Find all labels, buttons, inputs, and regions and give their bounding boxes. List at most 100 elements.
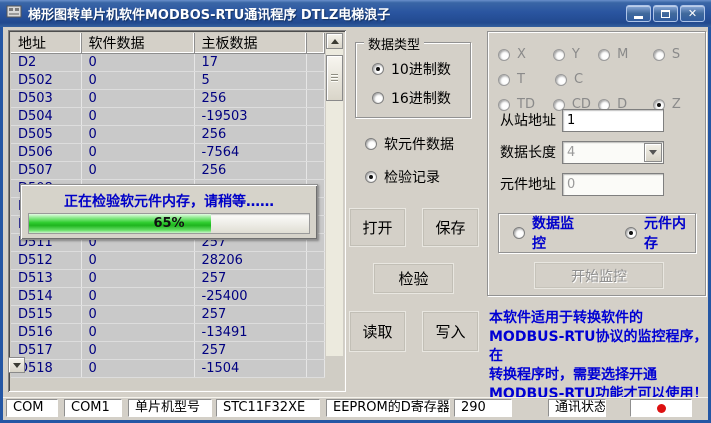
monitor-mode-radios: 数据监控 元件内存: [499, 214, 695, 252]
cell-address: D507: [11, 162, 81, 180]
radio-label-hex: 16进制数: [391, 88, 451, 108]
table-row[interactable]: D5150257: [11, 306, 324, 324]
cell-mainboard-data: 256: [194, 90, 306, 108]
status-register-label: EEPROM的D寄存器: [326, 399, 450, 417]
check-button[interactable]: 检验: [373, 263, 454, 294]
table-row[interactable]: D5030256: [11, 90, 324, 108]
status-com-port: COM1: [64, 399, 122, 417]
cell-software-data: 0: [81, 144, 194, 162]
read-button[interactable]: 读取: [349, 311, 406, 352]
notice-line: 本软件适用于转换软件的: [489, 309, 711, 328]
comm-status-dot-icon: [657, 404, 666, 413]
radio-button-device-data[interactable]: [365, 138, 377, 150]
cell-address: D504: [11, 108, 81, 126]
cell-software-data: 0: [81, 360, 194, 378]
slave-address-input[interactable]: 1: [562, 109, 664, 132]
slave-address-value: 1: [567, 113, 575, 128]
cell-address: D514: [11, 288, 81, 306]
radio-label-decimal: 10进制数: [391, 59, 451, 79]
cell-address: D503: [11, 90, 81, 108]
cell-mainboard-data: 256: [194, 162, 306, 180]
cell-address: D502: [11, 72, 81, 90]
radio-button-x: [498, 49, 510, 61]
save-button[interactable]: 保存: [422, 208, 479, 247]
radio-button-data-monitor[interactable]: [513, 227, 525, 239]
notice-line: MODBUS-RTU协议的监控程序，在: [489, 328, 711, 366]
table-row[interactable]: D5170257: [11, 342, 324, 360]
close-button[interactable]: ✕: [680, 5, 705, 22]
radio-button-check-record[interactable]: [365, 171, 377, 183]
status-com: COM: [6, 399, 58, 417]
chevron-down-icon: [649, 150, 657, 155]
write-button[interactable]: 写入: [422, 311, 479, 352]
arrow-down-icon: [13, 363, 21, 368]
app-icon: [6, 4, 22, 24]
radio-button-hex[interactable]: [372, 92, 384, 104]
cell-mainboard-data: 17: [194, 54, 306, 72]
radio-m: M: [598, 47, 653, 62]
table-row[interactable]: D5180-1504: [11, 360, 324, 378]
cell-mainboard-data: -7564: [194, 144, 306, 162]
radio-data-monitor[interactable]: 数据监控: [513, 213, 583, 253]
table-row[interactable]: D2017: [11, 54, 324, 72]
cell-software-data: 0: [81, 306, 194, 324]
cell-mainboard-data: -25400: [194, 288, 306, 306]
radio-label-s: S: [672, 47, 680, 62]
radio-label-device-data: 软元件数据: [384, 134, 454, 154]
scroll-down-button[interactable]: [8, 357, 25, 373]
cell-mainboard-data: 5: [194, 72, 306, 90]
window-title: 梯形图转单片机软件MODBOS-RTU通讯程序 DTLZ电梯浪子: [28, 4, 390, 23]
progress-bar: 65%: [28, 213, 310, 234]
monitor-settings-groupbox: XYMSTCTDCDDZ 从站地址 1 数据长度 4 元件地址 0 数据监控元件…: [487, 31, 706, 296]
minimize-icon: [634, 16, 643, 19]
radio-decimal[interactable]: 10进制数: [372, 59, 451, 79]
header-spacer: [306, 33, 324, 54]
radio-button-device-memory[interactable]: [625, 227, 637, 239]
usage-notice: 本软件适用于转换软件的MODBUS-RTU协议的监控程序，在转换程序时，需要选择…: [489, 309, 711, 404]
data-length-label: 数据长度: [500, 142, 562, 162]
cell-mainboard-data: 256: [194, 126, 306, 144]
cell-spacer: [306, 126, 324, 144]
cell-software-data: 0: [81, 108, 194, 126]
table-row[interactable]: D5040-19503: [11, 108, 324, 126]
radio-device-data[interactable]: 软元件数据: [365, 134, 454, 154]
cell-software-data: 0: [81, 324, 194, 342]
radio-x: X: [498, 47, 553, 62]
scroll-grip-icon: [331, 74, 338, 83]
cell-spacer: [306, 162, 324, 180]
radio-hex[interactable]: 16进制数: [372, 88, 451, 108]
cell-spacer: [306, 54, 324, 72]
radio-button-decimal[interactable]: [372, 63, 384, 75]
radio-label-check-record: 检验记录: [384, 167, 440, 187]
table-row[interactable]: D50205: [11, 72, 324, 90]
table-row[interactable]: D5050256: [11, 126, 324, 144]
table-row[interactable]: D512028206: [11, 252, 324, 270]
cell-software-data: 0: [81, 54, 194, 72]
radio-check-record[interactable]: 检验记录: [365, 167, 454, 187]
table-row[interactable]: D5060-7564: [11, 144, 324, 162]
open-button[interactable]: 打开: [349, 208, 406, 247]
window-controls: ✕: [626, 5, 705, 22]
status-register-count: 290: [454, 399, 512, 417]
minimize-button[interactable]: [626, 5, 651, 22]
radio-button-s: [653, 49, 665, 61]
table-row[interactable]: D5160-13491: [11, 324, 324, 342]
table-row[interactable]: D5140-25400: [11, 288, 324, 306]
table-vertical-scrollbar[interactable]: [326, 33, 343, 356]
cell-spacer: [306, 108, 324, 126]
cell-address: D516: [11, 324, 81, 342]
data-type-groupbox: 数据类型 10进制数16进制数: [355, 42, 471, 118]
scroll-up-button[interactable]: [326, 33, 343, 49]
scroll-thumb[interactable]: [326, 55, 343, 101]
table-row[interactable]: D5070256: [11, 162, 324, 180]
radio-label-x: X: [517, 47, 526, 62]
radio-label-y: Y: [572, 47, 580, 62]
arrow-up-icon: [331, 39, 339, 44]
cell-spacer: [306, 342, 324, 360]
cell-spacer: [306, 306, 324, 324]
table-row[interactable]: D5130257: [11, 270, 324, 288]
progress-percent: 65%: [29, 214, 309, 233]
radio-device-memory[interactable]: 元件内存: [625, 213, 695, 253]
cell-mainboard-data: -13491: [194, 324, 306, 342]
maximize-button[interactable]: [653, 5, 678, 22]
